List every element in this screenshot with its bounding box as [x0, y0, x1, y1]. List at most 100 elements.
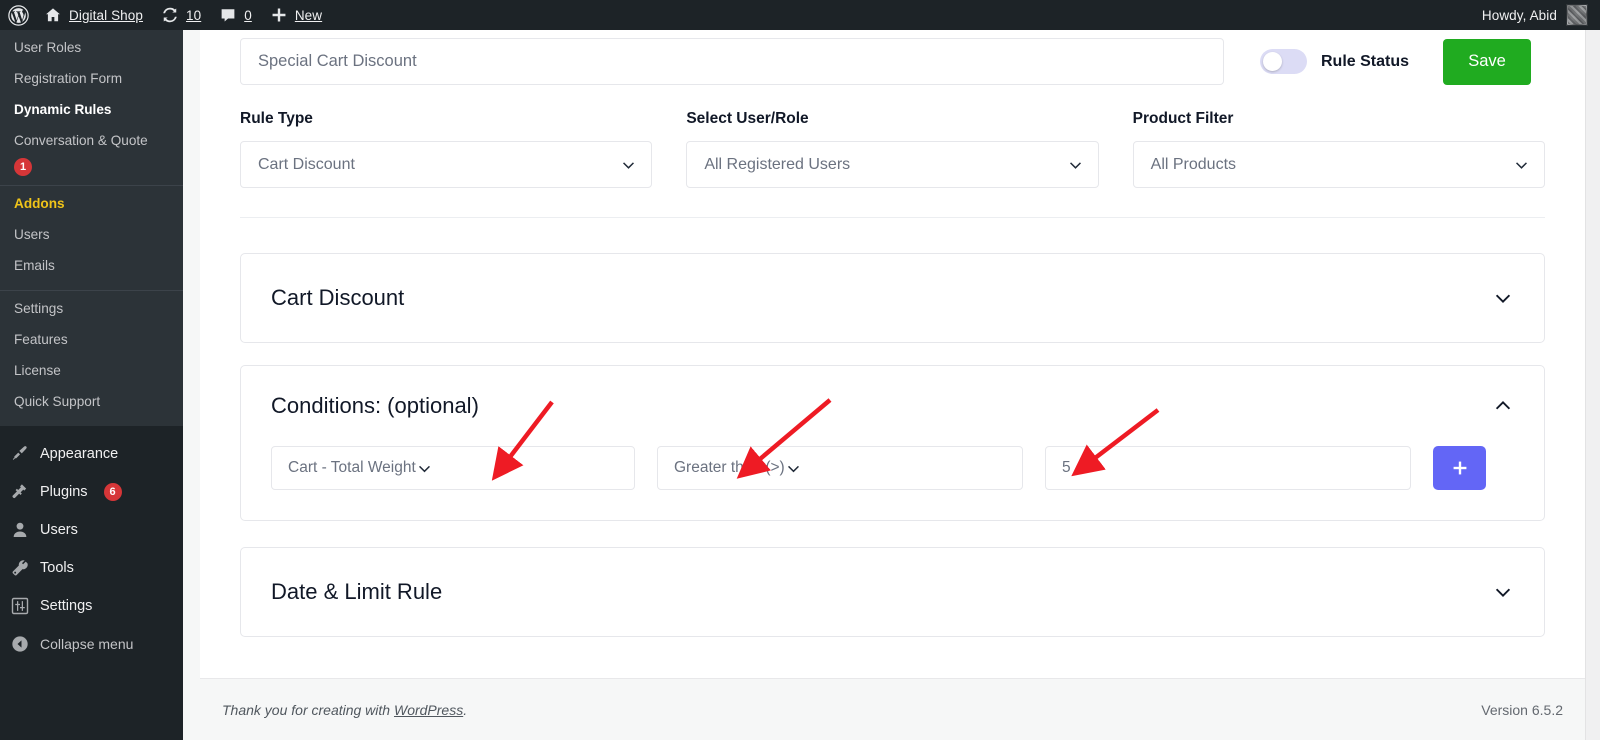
sidebar-item-emails[interactable]: Emails	[0, 250, 183, 281]
sidebar-item-settings-sub[interactable]: Settings	[0, 293, 183, 324]
sidebar-item-users-sub[interactable]: Users	[0, 219, 183, 250]
site-name-menu[interactable]: Digital Shop	[35, 0, 152, 30]
howdy-label: Howdy, Abid	[1481, 7, 1557, 23]
wordpress-link[interactable]: WordPress	[394, 702, 463, 718]
cart-discount-panel: Cart Discount	[240, 253, 1545, 343]
conversation-quote-badge: 1	[14, 158, 32, 176]
sidebar-item-label: Settings	[14, 301, 64, 316]
sidebar-item-tools[interactable]: Tools	[0, 549, 183, 587]
sidebar-submenu-plugin: User Roles Registration Form Dynamic Rul…	[0, 30, 183, 185]
sidebar-submenu-settings: Settings Features License Quick Support	[0, 291, 183, 426]
chevron-down-icon[interactable]	[1492, 287, 1514, 309]
conditions-panel: Conditions: (optional) Cart - Total Weig…	[240, 365, 1545, 521]
sidebar-item-quick-support[interactable]: Quick Support	[0, 386, 183, 417]
admin-bar: Digital Shop 10 0 New Howdy, Abid	[0, 0, 1600, 30]
wordpress-logo-icon	[8, 4, 29, 26]
page-scrollbar[interactable]	[1585, 30, 1600, 740]
rule-header-row: Rule Status Save	[240, 30, 1545, 85]
conditions-panel-header[interactable]: Conditions: (optional)	[241, 366, 1544, 446]
updates-icon	[163, 7, 177, 23]
select-user-role-label: Select User/Role	[686, 110, 809, 127]
toggle-knob	[1263, 52, 1282, 71]
chevron-down-icon[interactable]	[1492, 581, 1514, 603]
paintbrush-icon	[12, 446, 27, 460]
cart-discount-panel-title: Cart Discount	[271, 285, 405, 310]
sidebar-item-dynamic-rules[interactable]: Dynamic Rules	[0, 94, 183, 125]
date-limit-rule-panel-header[interactable]: Date & Limit Rule	[241, 548, 1544, 636]
date-limit-rule-panel: Date & Limit Rule	[240, 547, 1545, 637]
conditions-panel-title: Conditions: (optional)	[271, 393, 479, 418]
footer-thanks-prefix: Thank you for creating with	[222, 701, 394, 718]
collapse-arrow-icon	[12, 636, 28, 652]
home-icon	[46, 8, 60, 22]
rule-filter-row: Rule Type Cart Discount Select User/Role…	[240, 110, 1545, 218]
sidebar-item-license[interactable]: License	[0, 355, 183, 386]
updates-button[interactable]: 10	[152, 0, 210, 30]
select-user-role-select[interactable]: All Registered Users	[686, 141, 1099, 188]
rule-status-label: Rule Status	[1321, 52, 1410, 70]
sidebar-item-plugins[interactable]: Plugins 6	[0, 473, 183, 511]
wordpress-logo-button[interactable]	[0, 0, 35, 30]
date-limit-rule-panel-title: Date & Limit Rule	[271, 579, 443, 604]
rule-type-select[interactable]: Cart Discount	[240, 141, 653, 188]
chevron-up-icon[interactable]	[1492, 395, 1514, 417]
sidebar-item-label: Appearance	[40, 446, 119, 462]
rule-title-input[interactable]	[240, 38, 1224, 85]
condition-row: Cart - Total Weight Greater than (>)	[241, 446, 1544, 520]
page-area: Rule Status Save Rule Type Cart Discount	[183, 30, 1600, 740]
comments-count: 0	[244, 7, 252, 23]
sidebar-item-addons[interactable]: Addons	[0, 188, 183, 219]
sidebar-item-registration-form[interactable]: Registration Form	[0, 63, 183, 94]
chevron-down-icon	[785, 460, 802, 477]
sidebar-item-settings[interactable]: Settings	[0, 587, 183, 625]
sidebar-item-collapse-menu[interactable]: Collapse menu	[0, 625, 183, 663]
sidebar-item-label: Dynamic Rules	[14, 102, 112, 117]
account-menu[interactable]: Howdy, Abid	[1482, 4, 1600, 26]
rule-type-value: Cart Discount	[258, 155, 355, 173]
user-icon	[13, 522, 27, 537]
sidebar-item-label: License	[14, 363, 61, 378]
sidebar-item-label: Conversation & Quote	[14, 133, 148, 148]
condition-field-select[interactable]: Cart - Total Weight	[271, 446, 635, 490]
footer-thanks: Thank you for creating with WordPress.	[222, 702, 467, 718]
admin-sidebar: User Roles Registration Form Dynamic Rul…	[0, 30, 183, 740]
plus-icon	[272, 8, 286, 22]
avatar	[1566, 4, 1588, 26]
sidebar-item-label: Addons	[14, 196, 65, 211]
wrench-icon	[12, 560, 28, 576]
rule-editor-content: Rule Status Save Rule Type Cart Discount	[200, 30, 1585, 678]
condition-value-input[interactable]	[1045, 446, 1411, 490]
select-user-role-field: Select User/Role All Registered Users	[686, 110, 1099, 188]
save-button[interactable]: Save	[1443, 38, 1532, 85]
content-inner: Rule Status Save Rule Type Cart Discount	[200, 30, 1585, 637]
rule-type-label: Rule Type	[240, 110, 313, 127]
select-user-role-value: All Registered Users	[704, 155, 851, 173]
plus-icon	[1453, 461, 1466, 475]
sidebar-item-label: Features	[14, 332, 68, 347]
plug-icon	[12, 484, 27, 499]
product-filter-label: Product Filter	[1132, 110, 1234, 127]
add-condition-button[interactable]	[1433, 446, 1486, 490]
condition-operator-value: Greater than (>)	[674, 459, 785, 476]
rule-status-toggle[interactable]	[1260, 49, 1307, 74]
new-content-button[interactable]: New	[261, 0, 331, 30]
product-filter-select[interactable]: All Products	[1132, 141, 1545, 188]
sidebar-item-features[interactable]: Features	[0, 324, 183, 355]
sidebar-item-appearance[interactable]: Appearance	[0, 435, 183, 473]
chevron-down-icon	[416, 460, 433, 477]
comment-bubble-icon	[221, 9, 235, 22]
comments-button[interactable]: 0	[210, 0, 261, 30]
rule-header-actions: Rule Status Save	[1260, 38, 1532, 85]
sidebar-item-user-roles[interactable]: User Roles	[0, 32, 183, 63]
admin-footer: Thank you for creating with WordPress. V…	[200, 678, 1585, 740]
footer-version: Version 6.5.2	[1481, 701, 1563, 718]
sidebar-item-label: Plugins	[40, 484, 88, 500]
sidebar-item-conversation-quote[interactable]: Conversation & Quote	[0, 125, 183, 156]
condition-operator-select[interactable]: Greater than (>)	[657, 446, 1023, 490]
cart-discount-panel-header[interactable]: Cart Discount	[241, 254, 1544, 342]
chevron-down-icon	[1513, 156, 1530, 173]
chevron-down-icon	[1067, 156, 1084, 173]
sidebar-item-users[interactable]: Users	[0, 511, 183, 549]
product-filter-value: All Products	[1150, 155, 1237, 173]
